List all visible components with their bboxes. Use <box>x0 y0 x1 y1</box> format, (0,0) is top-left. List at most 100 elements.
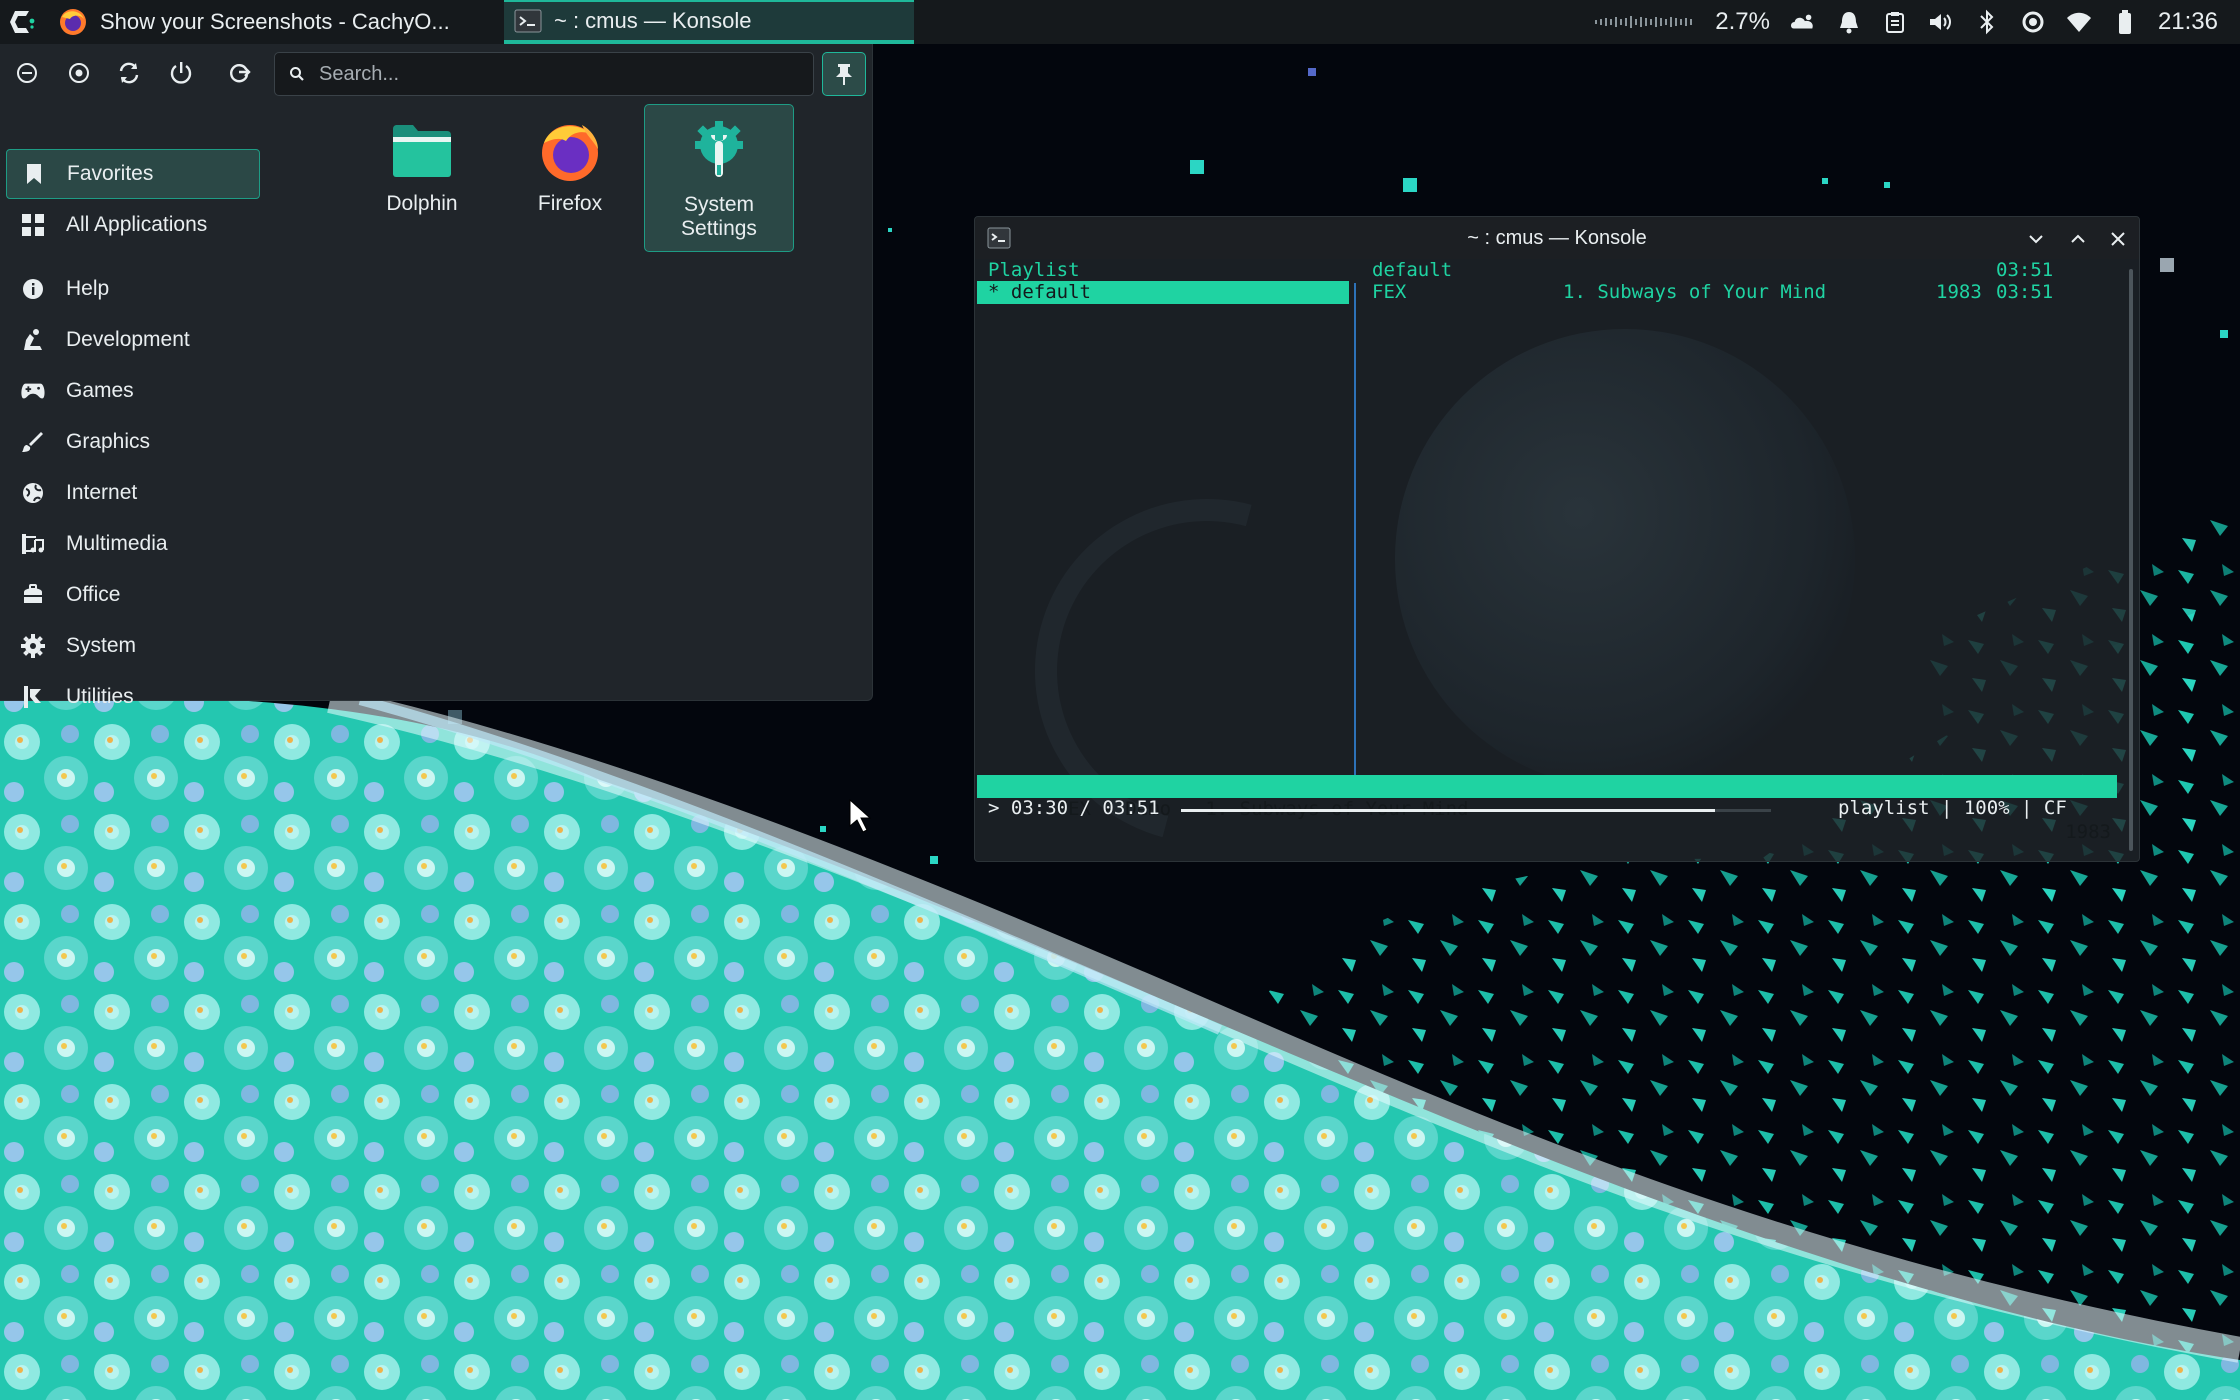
graphics-icon <box>20 429 46 455</box>
category-label: Development <box>66 328 190 351</box>
app-tile-system-settings[interactable]: System Settings <box>644 104 794 252</box>
gamepad-icon <box>20 378 46 404</box>
track-artist[interactable]: FEX <box>1372 281 1406 304</box>
logout-button[interactable] <box>222 56 256 90</box>
shutdown-icon <box>170 62 192 84</box>
category-label: Utilities <box>66 685 134 708</box>
app-label: System Settings <box>681 193 757 240</box>
sleep-button[interactable] <box>10 56 44 90</box>
app-launcher-button[interactable] <box>0 0 44 44</box>
office-icon <box>20 582 46 608</box>
category-label: Favorites <box>67 162 154 185</box>
restart-button[interactable] <box>112 56 146 90</box>
pin-button[interactable] <box>822 52 866 96</box>
application-launcher-menu: Favorites All Applications Help Developm… <box>0 44 873 708</box>
brightness-icon[interactable] <box>2020 9 2046 35</box>
hibernate-button[interactable] <box>62 56 96 90</box>
playlist-selected-row[interactable]: * default <box>977 281 1349 304</box>
category-label: All Applications <box>66 213 208 236</box>
track-pane-header: default <box>1372 259 1453 281</box>
logout-icon <box>230 64 251 83</box>
clipboard-icon[interactable] <box>1882 9 1908 35</box>
system-tray: 2.7% 21:36 <box>1595 8 2240 36</box>
app-tile-dolphin[interactable]: Dolphin <box>348 104 496 252</box>
app-label: Dolphin <box>386 192 458 215</box>
cpu-graph-icon[interactable] <box>1595 9 1695 35</box>
cpu-usage-text[interactable]: 2.7% <box>1715 8 1770 36</box>
category-label: Internet <box>66 481 138 504</box>
system-settings-icon <box>686 119 752 185</box>
category-internet[interactable]: Internet <box>6 468 260 518</box>
playback-position: > 03:30 / 03:51 <box>988 797 1160 819</box>
taskbar-item-label: ~ : cmus — Konsole <box>554 8 752 33</box>
search-field[interactable] <box>274 52 814 96</box>
playback-progress-track[interactable] <box>1181 809 1771 812</box>
shutdown-button[interactable] <box>164 56 198 90</box>
hibernate-icon <box>69 63 89 83</box>
clock[interactable]: 21:36 <box>2158 8 2218 36</box>
weather-icon[interactable] <box>1790 9 1816 35</box>
grid-icon <box>20 212 46 238</box>
system-gear-icon <box>20 633 46 659</box>
category-label: Office <box>66 583 121 606</box>
info-icon <box>20 276 46 302</box>
restart-icon <box>119 62 139 84</box>
window-titlebar[interactable]: ~ : cmus — Konsole <box>975 217 2139 259</box>
wifi-icon[interactable] <box>2066 9 2092 35</box>
development-icon <box>20 327 46 353</box>
category-favorites[interactable]: Favorites <box>6 149 260 199</box>
bookmark-icon <box>21 161 47 187</box>
utilities-icon <box>20 684 46 710</box>
cachyos-logo-icon <box>10 11 35 33</box>
track-duration: 03:51 <box>1996 281 2054 303</box>
pin-icon <box>836 64 852 85</box>
taskbar-item-konsole[interactable]: ~ : cmus — Konsole <box>504 0 914 44</box>
firefox-icon <box>60 9 86 35</box>
category-development[interactable]: Development <box>6 315 260 365</box>
maximize-button[interactable] <box>2065 226 2091 252</box>
globe-icon <box>20 480 46 506</box>
cmus-terminal[interactable]: Playlist * default default 03:51 FEX 1. … <box>975 259 2139 861</box>
bluetooth-icon[interactable] <box>1974 9 2000 35</box>
volume-icon[interactable] <box>1928 9 1954 35</box>
app-label: Firefox <box>537 192 603 215</box>
playback-mode: playlist | 100% | CF <box>1838 797 2067 819</box>
category-office[interactable]: Office <box>6 570 260 620</box>
sleep-icon <box>17 63 37 83</box>
dolphin-folder-icon <box>389 118 455 184</box>
category-help[interactable]: Help <box>6 264 260 314</box>
konsole-icon <box>514 9 542 33</box>
category-label: System <box>66 634 137 657</box>
category-label: Games <box>66 379 134 402</box>
chevron-down-icon <box>2029 235 2043 244</box>
minimize-button[interactable] <box>2023 226 2049 252</box>
close-icon <box>2111 232 2125 246</box>
now-playing-year: 1983 <box>2065 821 2111 843</box>
taskbar-item-firefox[interactable]: Show your Screenshots - CachyO... <box>44 0 504 44</box>
category-label: Graphics <box>66 430 151 453</box>
search-icon <box>290 67 304 81</box>
category-utilities[interactable]: Utilities <box>6 672 260 722</box>
firefox-icon <box>537 118 603 184</box>
taskbar-item-label: Show your Screenshots - CachyO... <box>100 9 450 34</box>
battery-icon[interactable] <box>2112 9 2138 35</box>
category-multimedia[interactable]: Multimedia <box>6 519 260 569</box>
playback-progress-fill <box>1181 809 1715 812</box>
track-title[interactable]: 1. Subways of Your Mind <box>1563 281 1826 304</box>
app-tile-firefox[interactable]: Firefox <box>496 104 644 252</box>
category-system[interactable]: System <box>6 621 260 671</box>
category-label: Help <box>66 277 110 300</box>
window-title: ~ : cmus — Konsole <box>1467 226 1647 249</box>
chevron-up-icon <box>2071 234 2085 243</box>
search-input[interactable] <box>317 61 801 87</box>
category-graphics[interactable]: Graphics <box>6 417 260 467</box>
terminal-scrollbar[interactable] <box>2129 269 2133 851</box>
track-pane-total-time: 03:51 <box>1996 259 2054 281</box>
top-panel: Show your Screenshots - CachyO... ~ : cm… <box>0 0 2240 44</box>
multimedia-icon <box>20 531 46 557</box>
category-games[interactable]: Games <box>6 366 260 416</box>
background-planet-art <box>1395 329 1855 789</box>
notifications-icon[interactable] <box>1836 9 1862 35</box>
category-all-applications[interactable]: All Applications <box>6 200 260 250</box>
close-button[interactable] <box>2105 226 2131 252</box>
